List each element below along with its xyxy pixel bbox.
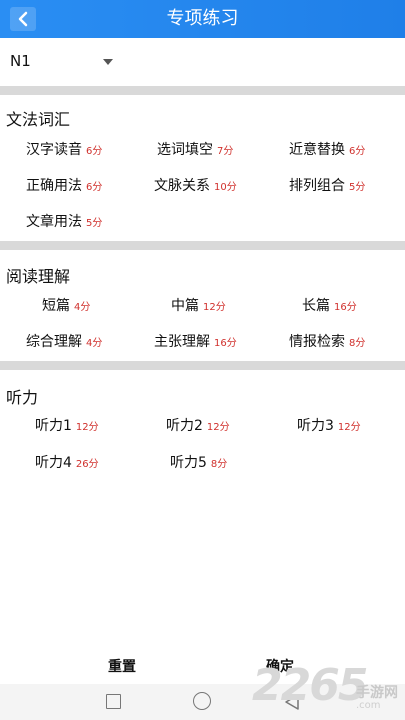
option-label: 听力2 bbox=[166, 418, 203, 434]
option-score: 12分 bbox=[75, 422, 99, 433]
option-comprehensive[interactable]: 综合理解 4分 bbox=[26, 331, 102, 351]
option-label: 主张理解 bbox=[154, 334, 210, 350]
option-score: 8分 bbox=[349, 338, 366, 349]
level-selector-value: N1 bbox=[10, 52, 31, 70]
option-synonym-replace[interactable]: 近意替换 6分 bbox=[289, 139, 365, 159]
option-label: 听力3 bbox=[297, 418, 334, 434]
option-label: 中篇 bbox=[171, 298, 199, 314]
option-label: 文章用法 bbox=[26, 214, 82, 230]
option-score: 26分 bbox=[75, 459, 99, 470]
option-score: 12分 bbox=[206, 422, 230, 433]
watermark-number: 2265 bbox=[252, 660, 368, 711]
option-short-passage[interactable]: 短篇 4分 bbox=[42, 295, 90, 315]
option-score: 16分 bbox=[214, 338, 237, 349]
option-kanji-reading[interactable]: 汉字读音 6分 bbox=[26, 139, 102, 159]
option-info-search[interactable]: 情报检索 8分 bbox=[289, 331, 365, 351]
option-label: 正确用法 bbox=[26, 178, 82, 194]
option-score: 12分 bbox=[203, 302, 226, 313]
option-text-usage[interactable]: 文章用法 5分 bbox=[26, 211, 102, 231]
section-divider bbox=[0, 86, 405, 95]
option-listening-3[interactable]: 听力3 12分 bbox=[297, 415, 361, 435]
option-listening-2[interactable]: 听力2 12分 bbox=[166, 415, 230, 435]
option-score: 6分 bbox=[349, 146, 366, 157]
option-score: 5分 bbox=[86, 218, 103, 229]
site-watermark: 2265 手游网 .com bbox=[252, 660, 402, 718]
option-label: 情报检索 bbox=[289, 334, 345, 350]
watermark-site: 手游网 bbox=[356, 685, 398, 701]
page-title: 专项练习 bbox=[166, 8, 239, 29]
section-title-grammar: 文法词汇 bbox=[6, 110, 71, 129]
option-listening-5[interactable]: 听力5 8分 bbox=[170, 452, 227, 472]
option-score: 4分 bbox=[86, 338, 103, 349]
option-label: 短篇 bbox=[42, 298, 70, 314]
option-listening-1[interactable]: 听力1 12分 bbox=[35, 415, 99, 435]
option-label: 排列组合 bbox=[289, 178, 345, 194]
section-divider bbox=[0, 241, 405, 250]
option-label: 听力1 bbox=[35, 418, 72, 434]
option-label: 综合理解 bbox=[26, 334, 82, 350]
option-word-fill[interactable]: 选词填空 7分 bbox=[157, 139, 233, 159]
option-score: 8分 bbox=[210, 459, 228, 470]
option-label: 听力5 bbox=[170, 455, 207, 471]
app-header: 专项练习 bbox=[0, 0, 405, 38]
dropdown-triangle-icon[interactable] bbox=[103, 59, 113, 65]
option-score: 12分 bbox=[337, 422, 361, 433]
option-score: 7分 bbox=[217, 146, 234, 157]
section-title-listening: 听力 bbox=[6, 388, 39, 407]
option-context-relation[interactable]: 文脉关系 10分 bbox=[154, 175, 237, 195]
option-score: 16分 bbox=[334, 302, 357, 313]
option-correct-usage[interactable]: 正确用法 6分 bbox=[26, 175, 102, 195]
home-icon[interactable] bbox=[193, 692, 211, 710]
level-selector[interactable]: N1 bbox=[0, 42, 405, 82]
option-argument[interactable]: 主张理解 16分 bbox=[154, 331, 237, 351]
section-divider bbox=[0, 361, 405, 370]
option-label: 选词填空 bbox=[157, 142, 213, 158]
reset-button[interactable]: 重置 bbox=[108, 656, 136, 676]
option-score: 10分 bbox=[214, 182, 237, 193]
option-score: 6分 bbox=[86, 182, 103, 193]
recent-apps-icon[interactable] bbox=[106, 694, 121, 709]
option-label: 近意替换 bbox=[289, 142, 345, 158]
option-score: 5分 bbox=[349, 182, 366, 193]
option-listening-4[interactable]: 听力4 26分 bbox=[35, 452, 99, 472]
option-label: 听力4 bbox=[35, 455, 72, 471]
option-label: 长篇 bbox=[302, 298, 330, 314]
option-score: 6分 bbox=[86, 146, 103, 157]
option-label: 文脉关系 bbox=[154, 178, 210, 194]
option-medium-passage[interactable]: 中篇 12分 bbox=[171, 295, 226, 315]
option-long-passage[interactable]: 长篇 16分 bbox=[302, 295, 357, 315]
option-label: 汉字读音 bbox=[26, 142, 82, 158]
option-score: 4分 bbox=[74, 302, 91, 313]
option-arrangement[interactable]: 排列组合 5分 bbox=[289, 175, 365, 195]
section-title-reading: 阅读理解 bbox=[6, 267, 71, 286]
watermark-domain: .com bbox=[356, 700, 381, 711]
